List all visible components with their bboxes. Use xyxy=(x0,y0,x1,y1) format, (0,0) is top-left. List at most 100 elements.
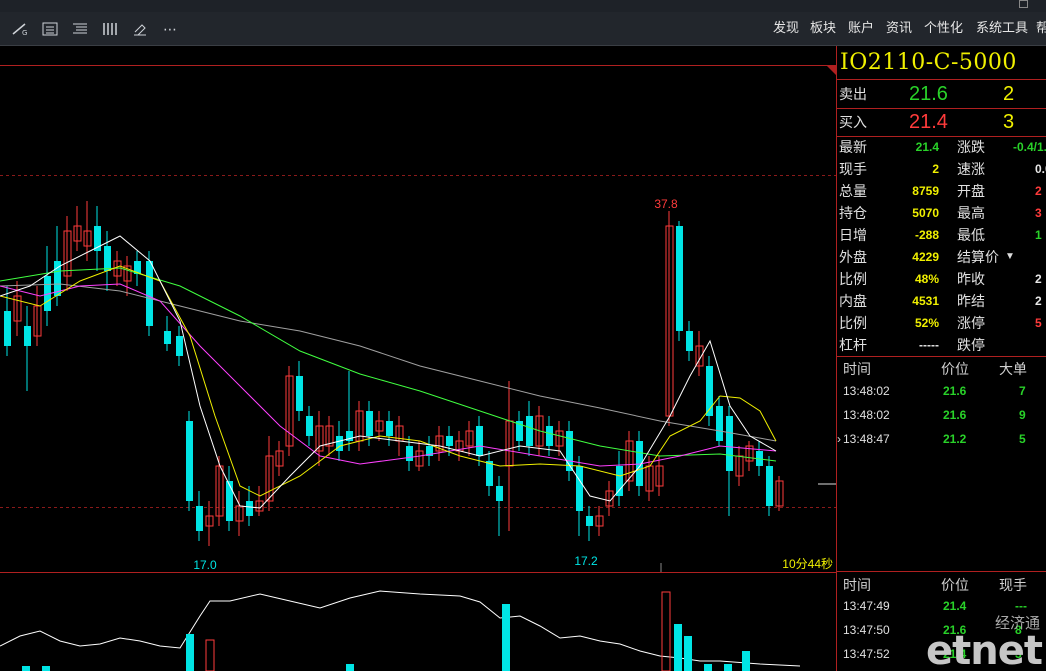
stat-value: 5070 xyxy=(912,206,939,220)
volume-bar xyxy=(22,666,30,671)
stat-label: 日增 xyxy=(839,227,867,243)
stat-label[interactable]: 结算价 xyxy=(957,246,999,268)
stat-row: 日增 -288 最低 1 xyxy=(837,224,1046,246)
more-icon[interactable]: ⋯ xyxy=(162,22,178,36)
divider xyxy=(837,79,1046,80)
col-volume: 现手 xyxy=(999,577,1027,593)
stat-row: 比例 48% 昨收 2 xyxy=(837,268,1046,290)
ask-price: 21.6 xyxy=(909,83,948,105)
stat-value: -288 xyxy=(914,228,939,242)
candle-down xyxy=(476,426,483,456)
volume-bar xyxy=(346,664,354,671)
stat-value: 2 xyxy=(1035,272,1042,286)
candle-down xyxy=(226,481,233,521)
window-restore-icon[interactable] xyxy=(1019,0,1028,8)
low-label-2: 17.2 xyxy=(574,554,598,568)
candle-down xyxy=(496,486,503,501)
col-price: 价位 xyxy=(941,361,969,377)
stat-label: 外盘 xyxy=(839,249,867,265)
bid-label: 买入 xyxy=(839,114,867,130)
kline-svg: 37.8 17.0 17.2 10分44秒 xyxy=(0,65,836,671)
list-alt-icon[interactable] xyxy=(72,22,88,36)
low-label-1: 17.0 xyxy=(193,558,217,572)
menu-sector[interactable]: 板块 xyxy=(810,20,836,36)
menu-discover[interactable]: 发现 xyxy=(773,20,799,36)
candle-down xyxy=(676,226,683,331)
stat-label: 昨收 xyxy=(957,271,985,287)
candle-down xyxy=(716,406,723,441)
stat-value: 0.0 xyxy=(1035,162,1046,176)
trade-qty: 5 xyxy=(1019,432,1026,446)
trade-price: 21.6 xyxy=(943,408,967,422)
countdown-label: 10分44秒 xyxy=(782,557,833,571)
tick-time: 13:47:52 xyxy=(843,647,890,661)
menu-system-tools[interactable]: 系统工具 xyxy=(976,20,1028,36)
stat-value: 2 xyxy=(1035,184,1042,198)
ask-row[interactable]: 卖出 21.6 2 xyxy=(837,82,1046,106)
candle-down xyxy=(766,466,773,506)
menu-news[interactable]: 资讯 xyxy=(886,20,912,36)
stat-label: 内盘 xyxy=(839,293,867,309)
divider xyxy=(837,356,1046,357)
stat-row: 内盘 4531 昨结 2 xyxy=(837,290,1046,312)
bid-row[interactable]: 买入 21.4 3 xyxy=(837,110,1046,134)
stat-label: 速涨 xyxy=(957,161,985,177)
ma-lines-group xyxy=(0,235,777,509)
trade-qty: 7 xyxy=(1019,384,1026,398)
stat-label: 最低 xyxy=(957,227,985,243)
menu-account[interactable]: 账户 xyxy=(848,20,874,36)
stat-label: 比例 xyxy=(839,315,867,331)
list-icon[interactable] xyxy=(42,22,58,36)
tick-header: 时间 价位 现手 xyxy=(837,575,1046,595)
symbol-title[interactable]: IO2110-C-5000 xyxy=(840,50,1017,75)
trade-price: 21.6 xyxy=(943,384,967,398)
volume-bar xyxy=(661,591,671,671)
kline-chart[interactable]: 37.8 17.0 17.2 10分44秒 xyxy=(0,46,836,671)
candle-down xyxy=(386,421,393,436)
menu-personalize[interactable]: 个性化 xyxy=(924,20,963,36)
ma-line xyxy=(0,283,777,442)
caret-down-icon[interactable]: ▼ xyxy=(1005,246,1015,268)
big-order-header: 时间 价位 大单 xyxy=(837,359,1046,379)
bid-qty: 3 xyxy=(1003,111,1015,133)
volume-bar xyxy=(724,664,732,671)
divider xyxy=(837,108,1046,109)
stat-row: 持仓 5070 最高 3 xyxy=(837,202,1046,224)
col-price: 价位 xyxy=(941,577,969,593)
etnet-logo: etnet xyxy=(926,628,1043,671)
candle-down xyxy=(146,261,153,326)
candle-down xyxy=(366,411,373,436)
bid-price: 21.4 xyxy=(909,111,948,133)
eraser-icon[interactable] xyxy=(132,22,148,36)
big-order-row[interactable]: › 13:48:47 21.2 5 xyxy=(837,427,1046,451)
draw-line-icon[interactable]: G xyxy=(12,22,28,37)
window-top-strip xyxy=(0,0,1046,12)
candle-down xyxy=(104,246,111,271)
trade-qty: 9 xyxy=(1019,408,1026,422)
stat-row: 现手 2 速涨 0.0 xyxy=(837,158,1046,180)
stat-label: 现手 xyxy=(839,161,867,177)
volume-bar xyxy=(742,651,750,671)
big-order-row[interactable]: 13:48:02 21.6 9 xyxy=(837,403,1046,427)
candle-down xyxy=(306,416,313,436)
stat-label: 涨停 xyxy=(957,315,985,331)
stat-value: 48% xyxy=(914,272,939,286)
stat-label: 开盘 xyxy=(957,183,985,199)
stat-value: 2 xyxy=(932,162,939,176)
candle-down xyxy=(726,416,733,471)
volume-bar xyxy=(205,639,215,671)
menu-help[interactable]: 帮 xyxy=(1036,20,1046,36)
stat-value: -0.4/1.8 xyxy=(1013,140,1046,154)
stat-label: 杠杆 xyxy=(839,337,867,353)
stat-value: 4229 xyxy=(912,250,939,264)
stat-value: 52% xyxy=(914,316,939,330)
stat-value: 3 xyxy=(1035,206,1042,220)
big-order-row[interactable]: 13:48:02 21.6 7 xyxy=(837,379,1046,403)
stat-row: 比例 52% 涨停 5 xyxy=(837,312,1046,334)
volume-group xyxy=(0,590,801,671)
trade-time: 13:48:02 xyxy=(843,408,890,422)
col-big-order: 大单 xyxy=(999,361,1027,377)
stat-value: 4531 xyxy=(912,294,939,308)
bars-icon[interactable] xyxy=(102,22,118,36)
candle-down xyxy=(526,416,533,446)
